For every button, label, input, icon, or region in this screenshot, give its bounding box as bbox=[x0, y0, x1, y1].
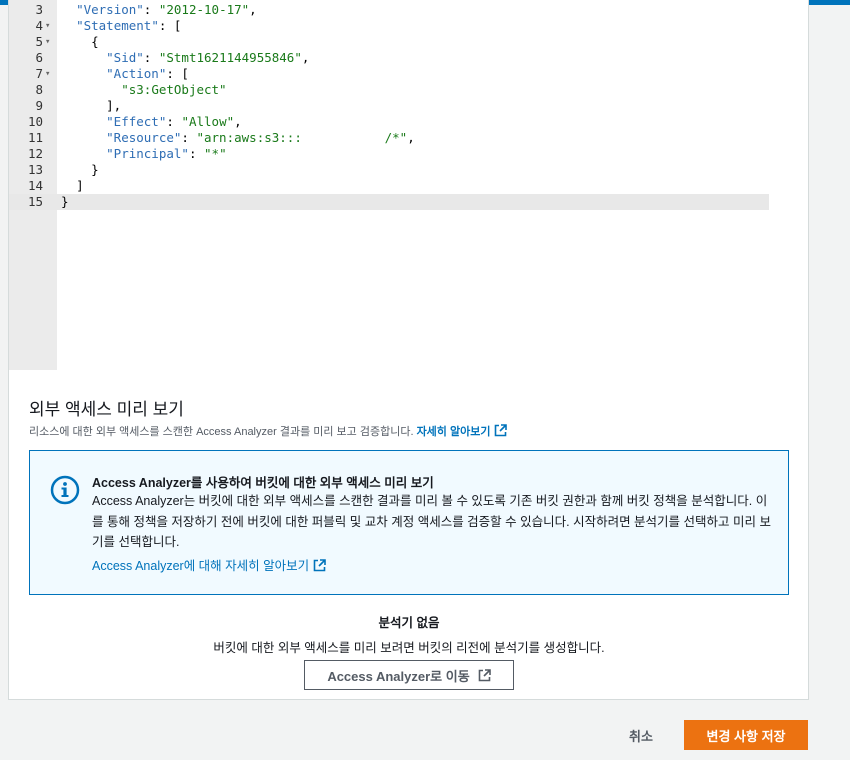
info-box-body: Access Analyzer는 버킷에 대한 외부 액세스를 스캔한 결과를 … bbox=[92, 494, 771, 549]
info-link-text: Access Analyzer에 대해 자세히 알아보기 bbox=[92, 559, 310, 573]
learn-more-link[interactable]: 자세히 알아보기 bbox=[416, 424, 508, 438]
code-line[interactable]: 6 "Sid": "Stmt1621144955846", bbox=[9, 50, 769, 66]
line-number: 14 bbox=[27, 178, 43, 193]
preview-description-text: 리소스에 대한 외부 액세스를 스캔한 Access Analyzer 결과를 … bbox=[29, 426, 414, 438]
code-text: "Action": [ bbox=[106, 66, 189, 81]
code-text: { bbox=[91, 34, 99, 49]
cancel-button[interactable]: 취소 bbox=[612, 720, 670, 750]
learn-more-link-text: 자세히 알아보기 bbox=[416, 426, 491, 438]
fold-toggle-icon[interactable]: ▾ bbox=[45, 66, 50, 82]
code-text: "Version": "2012-10-17", bbox=[76, 2, 257, 17]
info-icon bbox=[50, 475, 80, 505]
info-box-title: Access Analyzer를 사용하여 버킷에 대한 외부 액세스 미리 보… bbox=[92, 476, 434, 490]
code-text: "s3:GetObject" bbox=[121, 82, 227, 97]
code-text: "Sid": "Stmt1621144955846", bbox=[106, 50, 310, 65]
line-number: 9 bbox=[35, 98, 43, 113]
code-line[interactable]: 9 ], bbox=[9, 98, 769, 114]
code-line[interactable]: 11 "Resource": "arn:aws:s3::: /*", bbox=[9, 130, 769, 146]
line-number: 3 bbox=[35, 2, 43, 17]
line-number: 6 bbox=[35, 50, 43, 65]
line-number: 11 bbox=[27, 130, 43, 145]
code-text: "Resource": "arn:aws:s3::: /*", bbox=[106, 130, 415, 145]
code-text: "Effect": "Allow", bbox=[106, 114, 242, 129]
code-text: } bbox=[61, 194, 69, 209]
code-line[interactable]: 8 "s3:GetObject" bbox=[9, 82, 769, 98]
fold-toggle-icon[interactable]: ▾ bbox=[45, 18, 50, 34]
access-analyzer-learn-more-link[interactable]: Access Analyzer에 대해 자세히 알아보기 bbox=[92, 559, 326, 573]
line-number: 4 bbox=[35, 18, 43, 33]
code-text: ] bbox=[76, 178, 84, 193]
code-line[interactable]: 7 ▾ "Action": [ bbox=[9, 66, 769, 82]
no-analyzer-title: 분석기 없음 bbox=[378, 616, 440, 630]
code-line[interactable]: 5 ▾ { bbox=[9, 34, 769, 50]
external-link-icon bbox=[478, 668, 491, 681]
code-line[interactable]: 12 "Principal": "*" bbox=[9, 146, 769, 162]
code-line[interactable]: 10 "Effect": "Allow", bbox=[9, 114, 769, 130]
line-number: 15 bbox=[27, 194, 43, 209]
info-box-link-wrap: Access Analyzer에 대해 자세히 알아보기 bbox=[92, 555, 326, 574]
code-line[interactable]: 14 ] bbox=[9, 178, 769, 194]
code-line[interactable]: 3 "Version": "2012-10-17", bbox=[9, 2, 769, 18]
go-to-access-analyzer-button[interactable]: Access Analyzer로 이동 bbox=[304, 660, 514, 690]
save-changes-button[interactable]: 변경 사항 저장 bbox=[684, 720, 808, 750]
line-number: 5 bbox=[35, 34, 43, 49]
code-line[interactable]: 13 } bbox=[9, 162, 769, 178]
line-number: 12 bbox=[27, 146, 43, 161]
line-number: 7 bbox=[35, 66, 43, 81]
no-analyzer-description: 버킷에 대한 외부 액세스를 미리 보려면 버킷의 리전에 분석기를 생성합니다… bbox=[213, 641, 605, 655]
code-text: "Principal": "*" bbox=[106, 146, 227, 161]
json-policy-editor[interactable]: 3 "Version": "2012-10-17", 4 ▾ "Statement"… bbox=[9, 0, 769, 370]
external-link-icon bbox=[495, 424, 508, 437]
policy-editor-panel: 3 "Version": "2012-10-17", 4 ▾ "Statement"… bbox=[8, 0, 809, 700]
code-line[interactable]: 4 ▾ "Statement": [ bbox=[9, 18, 769, 34]
code-text: } bbox=[91, 162, 99, 177]
go-to-access-analyzer-label: Access Analyzer로 이동 bbox=[327, 668, 470, 684]
external-access-preview-description: 리소스에 대한 외부 액세스를 스캔한 Access Analyzer 결과를 … bbox=[29, 423, 508, 439]
line-number: 8 bbox=[35, 82, 43, 97]
code-text: "Statement": [ bbox=[76, 18, 182, 33]
access-analyzer-info-box: Access Analyzer를 사용하여 버킷에 대한 외부 액세스 미리 보… bbox=[29, 450, 789, 595]
line-number: 10 bbox=[27, 114, 43, 129]
code-line[interactable]: 15} bbox=[9, 194, 769, 210]
code-text: ], bbox=[106, 98, 122, 113]
external-access-preview-title: 외부 액세스 미리 보기 bbox=[29, 400, 184, 419]
external-link-icon bbox=[313, 559, 326, 572]
fold-toggle-icon[interactable]: ▾ bbox=[45, 34, 50, 50]
line-number: 13 bbox=[27, 162, 43, 177]
